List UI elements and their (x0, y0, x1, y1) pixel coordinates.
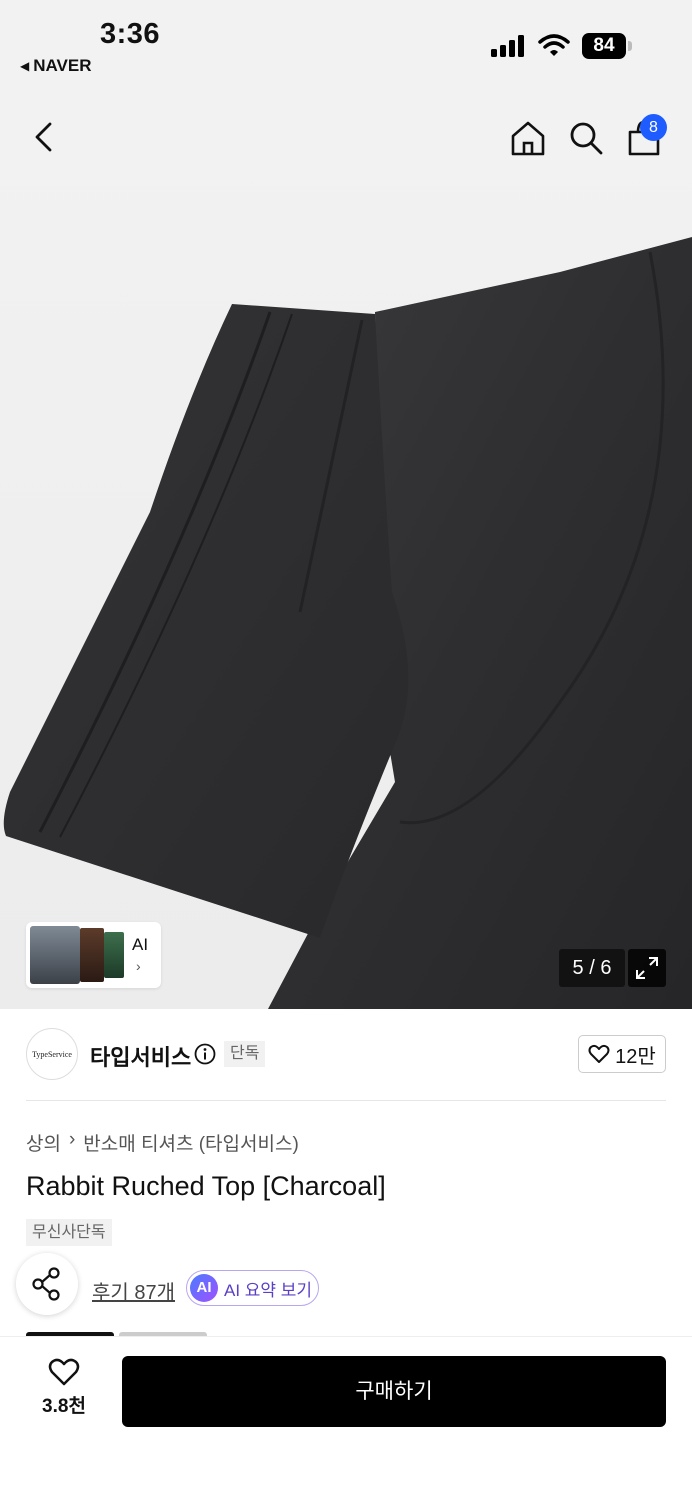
battery-cap (628, 41, 632, 51)
ai-styling-thumbnail[interactable]: AI › (26, 922, 161, 988)
image-counter: 5 / 6 (559, 949, 625, 987)
product-title: Rabbit Ruched Top [Charcoal] (26, 1171, 386, 1201)
back-chevron-icon[interactable] (28, 120, 62, 154)
ai-summary-label: AI 요약 보기 (224, 1280, 313, 1300)
battery-level: 84 (593, 35, 615, 56)
exclusive-tag: 단독 (224, 1041, 266, 1067)
review-row: 후기 87개 AI AI 요약 보기 (26, 1270, 666, 1306)
review-count-link[interactable]: 후기 87개 (92, 1276, 175, 1305)
ai-thumbnail-label: AI (132, 935, 149, 954)
expand-icon[interactable] (628, 949, 666, 987)
store-like-count: 12만 (615, 1045, 656, 1068)
cellular-signal-icon (491, 35, 524, 57)
back-to-app-link[interactable]: ◀ NAVER (20, 56, 91, 76)
bottom-action-bar: 3.8천 구매하기 (0, 1336, 692, 1500)
back-app-label: NAVER (33, 56, 92, 75)
chevron-right-icon: › (136, 958, 141, 974)
thumbnail-photo-2 (80, 928, 104, 982)
cart-count-badge: 8 (640, 114, 667, 141)
buy-button[interactable]: 구매하기 (122, 1356, 666, 1427)
store-name[interactable]: 타입서비스 (90, 1040, 191, 1072)
share-button[interactable] (16, 1253, 78, 1315)
store-row: TypeService 타입서비스 단독 12만 (26, 1028, 666, 1080)
thumbnail-photo-1 (30, 926, 80, 984)
search-icon[interactable] (566, 118, 606, 158)
back-triangle-icon: ◀ (20, 59, 30, 73)
status-bar: 3:36 ◀ NAVER 84 (0, 0, 692, 92)
store-logo[interactable]: TypeService (26, 1028, 78, 1080)
product-photo (3, 237, 692, 1009)
ai-badge-icon: AI (190, 1274, 218, 1302)
wifi-icon (538, 34, 570, 56)
breadcrumb: 상의 › 반소매 티셔츠 (타입서비스) (26, 1129, 299, 1156)
musinsa-exclusive-tag: 무신사단독 (26, 1219, 112, 1246)
info-icon[interactable] (194, 1043, 216, 1065)
breadcrumb-item-category[interactable]: 상의 (26, 1129, 61, 1156)
heart-icon (588, 1044, 610, 1063)
favorite-button[interactable]: 3.8천 (24, 1357, 104, 1427)
ai-summary-button[interactable]: AI AI 요약 보기 (186, 1270, 319, 1306)
product-image-gallery[interactable]: 8 AI › 5 / 6 (0, 92, 692, 1009)
store-like-button[interactable]: 12만 (578, 1035, 666, 1073)
chevron-right-icon: › (68, 1129, 76, 1150)
home-icon[interactable] (508, 118, 548, 158)
battery-indicator: 84 (582, 33, 632, 59)
favorite-count: 3.8천 (42, 1396, 86, 1417)
breadcrumb-item-subcategory[interactable]: 반소매 티셔츠 (타입서비스) (83, 1129, 299, 1156)
thumbnail-photo-3 (104, 932, 124, 978)
divider (26, 1100, 666, 1101)
heart-icon (48, 1358, 80, 1386)
status-time: 3:36 (100, 18, 161, 50)
